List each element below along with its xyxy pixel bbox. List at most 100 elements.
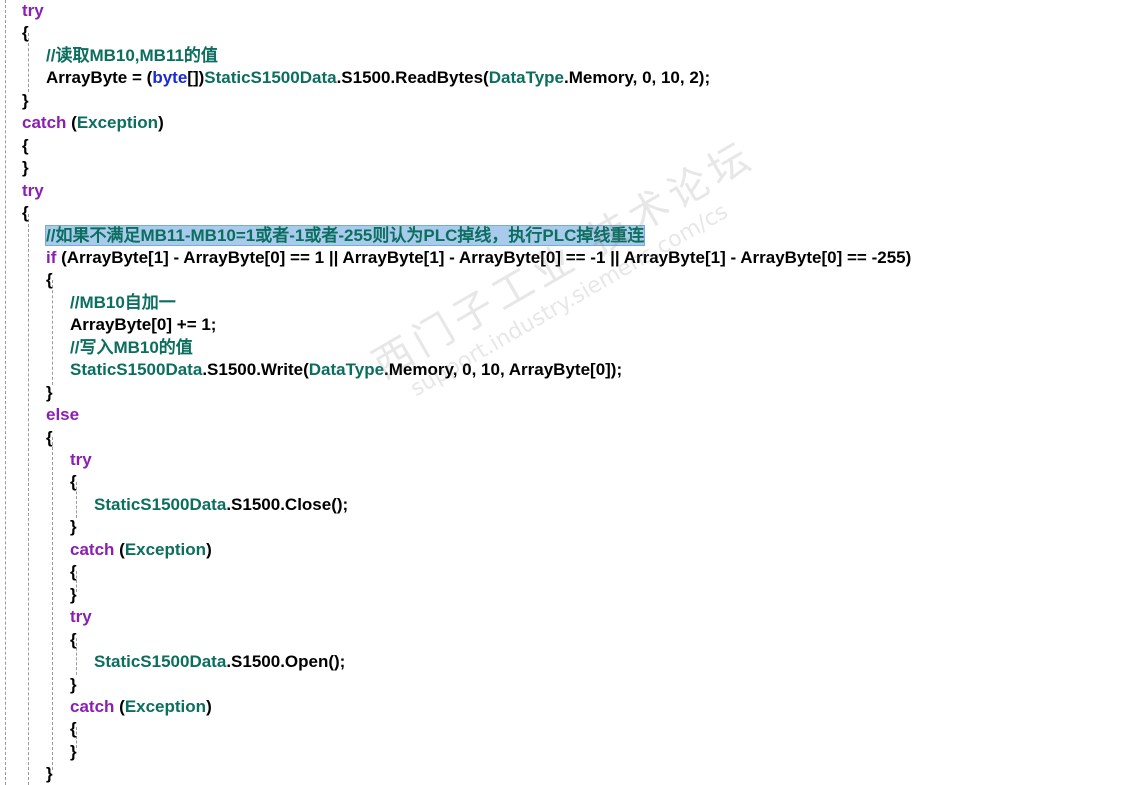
code-line[interactable]: ArrayByte = (byte[])StaticS1500Data.S150… (46, 67, 710, 89)
token: .S1500.Close(); (226, 494, 349, 514)
code-text: catch (Exception) (22, 113, 164, 132)
indent-guide (52, 280, 53, 385)
code-text: { (22, 136, 29, 155)
code-line[interactable]: } (70, 516, 77, 538)
token: { (22, 23, 29, 43)
token: else (46, 405, 80, 425)
token: } (22, 90, 29, 110)
code-text: catch (Exception) (70, 697, 212, 716)
code-line[interactable]: //写入MB10的值 (70, 337, 193, 359)
code-editor[interactable]: try { //读取MB10,MB11的值 ArrayByte = (byte[])S… (0, 0, 1121, 785)
code-line[interactable]: ArrayByte[0] += 1; (70, 314, 216, 336)
code-text: try (70, 607, 92, 626)
code-text: try (70, 450, 92, 469)
code-line[interactable]: catch (Exception) (70, 696, 212, 718)
token: try (22, 180, 44, 200)
indent-guide (52, 437, 53, 770)
code-line[interactable]: { (46, 427, 53, 449)
code-text: } (22, 158, 29, 177)
code-line[interactable]: try (22, 0, 44, 22)
token: ArrayByte = ( (46, 68, 153, 88)
token: ArrayByte[0] += 1; (70, 315, 217, 335)
code-line[interactable]: try (70, 606, 92, 628)
code-line[interactable]: if (ArrayByte[1] - ArrayByte[0] == 1 || … (46, 247, 911, 269)
code-line[interactable]: else (46, 404, 79, 426)
code-line[interactable]: { (22, 202, 29, 224)
code-text: //MB10自加一 (70, 293, 176, 312)
token: { (22, 135, 29, 155)
code-line[interactable]: { (22, 22, 29, 44)
code-text: try (22, 1, 44, 20)
token: } (70, 584, 77, 604)
code-line[interactable]: { (70, 629, 77, 651)
token: { (70, 472, 77, 492)
code-text: } (46, 764, 53, 783)
code-line[interactable]: //读取MB10,MB11的值 (46, 45, 218, 67)
code-text: { (70, 630, 77, 649)
token: try (70, 450, 92, 469)
token: { (22, 203, 29, 223)
token: DataType (308, 360, 385, 380)
code-line[interactable]: { (70, 561, 77, 583)
token: try (22, 1, 44, 20)
token: StaticS1500Data (204, 68, 337, 88)
code-line[interactable]: } (22, 157, 29, 179)
code-text: { (70, 562, 77, 581)
code-line[interactable]: } (70, 584, 77, 606)
code-line[interactable]: { (70, 471, 77, 493)
token: catch (22, 113, 67, 133)
code-text: StaticS1500Data.S1500.Open(); (94, 652, 345, 671)
code-line[interactable]: StaticS1500Data.S1500.Write(DataType.Mem… (70, 359, 622, 381)
code-line[interactable]: try (22, 180, 44, 202)
token: //如果不满足MB11-MB10=1或者-1或者-255则认为PLC掉线，执行P… (46, 225, 645, 245)
code-text: else (46, 405, 79, 424)
code-line[interactable]: StaticS1500Data.S1500.Close(); (94, 494, 348, 516)
token: catch (70, 539, 115, 559)
token: } (46, 764, 53, 784)
token: .Memory, 0, 10, 2); (563, 68, 711, 88)
token: try (70, 607, 92, 627)
token: { (46, 427, 53, 447)
token: StaticS1500Data (70, 360, 203, 380)
token: } (70, 674, 77, 694)
code-line[interactable]: StaticS1500Data.S1500.Open(); (94, 651, 345, 673)
token: } (46, 382, 53, 402)
code-text: if (ArrayByte[1] - ArrayByte[0] == 1 || … (46, 248, 911, 267)
code-line[interactable]: { (70, 718, 77, 740)
token: ) (206, 539, 212, 559)
code-line[interactable]: //如果不满足MB11-MB10=1或者-1或者-255则认为PLC掉线，执行P… (44, 224, 646, 247)
token: //MB10自加一 (70, 292, 176, 312)
token: Exception (124, 539, 207, 559)
code-text: StaticS1500Data.S1500.Write(DataType.Mem… (70, 360, 622, 379)
code-line[interactable]: //MB10自加一 (70, 292, 176, 314)
code-text: } (70, 675, 77, 694)
code-text: ArrayByte[0] += 1; (70, 315, 216, 334)
code-line[interactable]: { (46, 269, 53, 291)
code-text: } (70, 517, 77, 536)
code-line[interactable]: } (46, 763, 53, 785)
indent-guide (28, 214, 29, 785)
token: byte (152, 68, 188, 88)
code-line[interactable]: catch (Exception) (70, 539, 212, 561)
code-text: //写入MB10的值 (70, 338, 193, 357)
code-line[interactable]: { (22, 135, 29, 157)
token: .S1500.ReadBytes( (336, 68, 489, 88)
token: //读取MB10,MB11的值 (46, 45, 218, 65)
token: ( (114, 539, 125, 559)
code-line[interactable]: catch (Exception) (22, 112, 164, 134)
code-line[interactable]: try (70, 449, 92, 471)
token: .S1500.Write( (202, 360, 309, 380)
code-line[interactable]: } (46, 382, 53, 404)
code-line[interactable]: } (70, 741, 77, 763)
token: { (70, 719, 77, 739)
token: } (22, 158, 29, 178)
token: .S1500.Open(); (226, 652, 346, 672)
code-line[interactable]: } (70, 674, 77, 696)
token: Exception (124, 696, 207, 716)
code-line[interactable]: } (22, 90, 29, 112)
code-text: { (46, 428, 53, 447)
code-text: catch (Exception) (70, 540, 212, 559)
token: (ArrayByte[1] - ArrayByte[0] == 1 || Arr… (56, 247, 912, 267)
token: StaticS1500Data (94, 652, 227, 672)
token: catch (70, 696, 115, 716)
